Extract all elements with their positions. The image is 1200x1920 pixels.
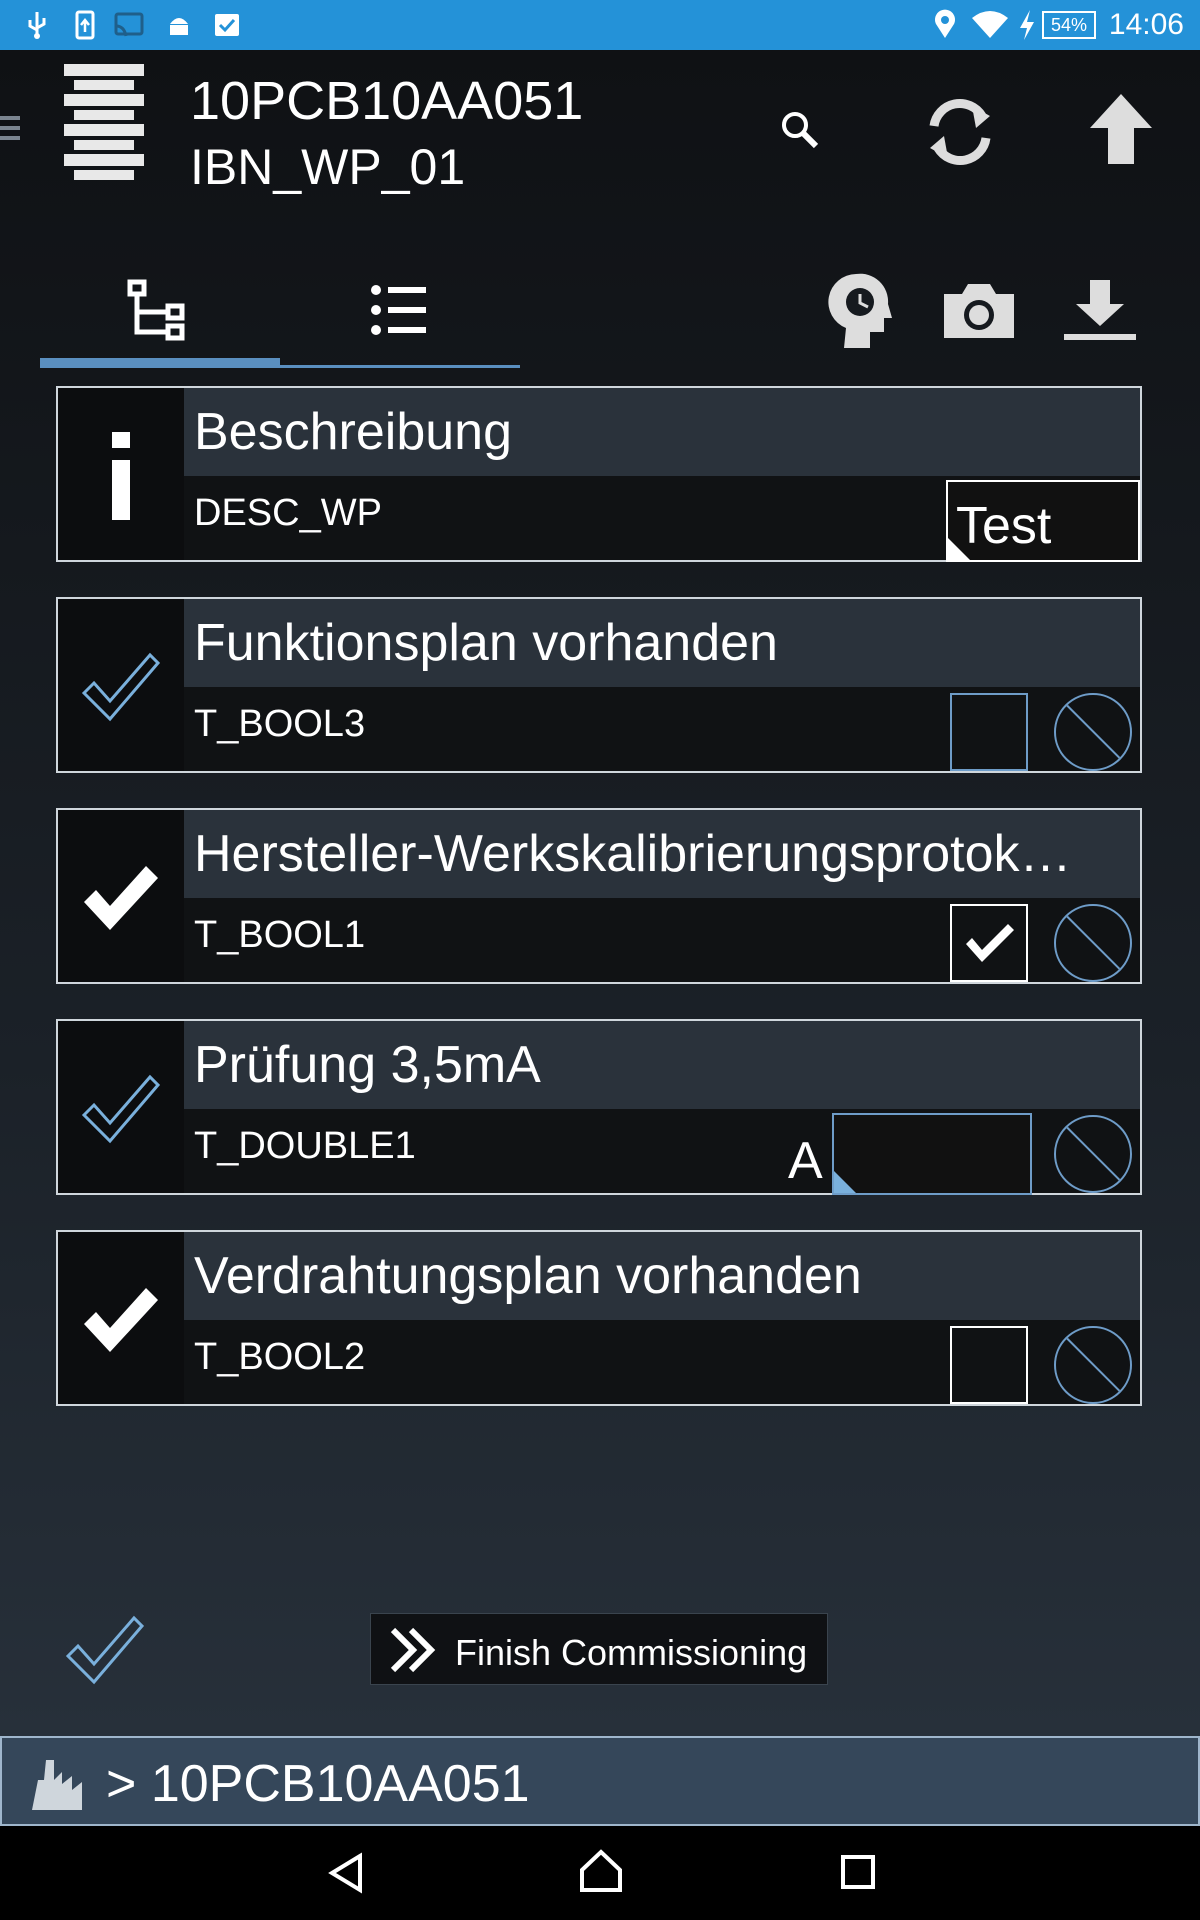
list-view-icon[interactable] xyxy=(370,284,428,336)
item-header: Beschreibung xyxy=(184,388,1140,476)
tab-list-indicator xyxy=(280,365,520,368)
item-code: DESC_WP xyxy=(194,492,382,534)
list-item-description: Beschreibung DESC_WP Test xyxy=(56,386,1142,562)
text-corner-mark xyxy=(834,1171,856,1193)
unit-label: A xyxy=(788,1132,823,1190)
breadcrumb[interactable]: > 10PCB10AA051 xyxy=(0,1736,1200,1826)
head-clock-icon[interactable] xyxy=(826,270,896,354)
cast-icon xyxy=(114,12,144,37)
all-checked-outline-icon[interactable] xyxy=(64,1612,144,1686)
numeric-value-field[interactable] xyxy=(832,1113,1032,1195)
item-header: Prüfung 3,5mA xyxy=(184,1021,1140,1109)
clipboard-check-icon xyxy=(215,14,239,36)
not-applicable-button[interactable] xyxy=(1054,1326,1132,1404)
list-item-verdrahtungsplan: Verdrahtungsplan vorhanden T_BOOL2 xyxy=(56,1230,1142,1406)
checkbox-checked[interactable] xyxy=(950,904,1028,982)
item-title: Hersteller-Werkskalibrierungsprotok… xyxy=(194,825,1072,883)
item-status-cell xyxy=(58,810,184,982)
item-header: Verdrahtungsplan vorhanden xyxy=(184,1232,1140,1320)
item-type-indicator xyxy=(58,388,184,560)
page-title: 10PCB10AA051 xyxy=(190,71,584,131)
breadcrumb-path: > 10PCB10AA051 xyxy=(106,1755,530,1813)
usb-icon xyxy=(28,12,46,39)
check-outline-icon xyxy=(81,652,160,722)
item-code: T_DOUBLE1 xyxy=(194,1125,416,1167)
android-debug-icon xyxy=(170,18,188,35)
item-status-cell xyxy=(58,599,184,771)
item-title: Verdrahtungsplan vorhanden xyxy=(194,1247,862,1305)
tab-tree-indicator xyxy=(40,358,280,368)
info-icon xyxy=(112,432,130,520)
item-code: T_BOOL2 xyxy=(194,1336,366,1378)
list-item-hersteller: Hersteller-Werkskalibrierungsprotok… T_B… xyxy=(56,808,1142,984)
drawer-menu-icon[interactable] xyxy=(0,116,20,146)
item-title: Beschreibung xyxy=(194,403,512,461)
plant-icon xyxy=(32,1760,82,1810)
text-corner-mark xyxy=(948,538,970,560)
sync-icon[interactable] xyxy=(920,92,1000,172)
recents-icon[interactable] xyxy=(840,1854,876,1890)
item-title: Prüfung 3,5mA xyxy=(194,1036,541,1094)
not-applicable-button[interactable] xyxy=(1054,904,1132,982)
status-bar: 54% 14:06 xyxy=(0,0,1200,50)
battery-sync-icon xyxy=(75,10,95,40)
battery-percent: 54% xyxy=(1042,11,1096,39)
checkbox-unchecked[interactable] xyxy=(950,1326,1028,1404)
list-item-funktionsplan: Funktionsplan vorhanden T_BOOL3 xyxy=(56,597,1142,773)
finish-label: Finish Commissioning xyxy=(455,1632,808,1673)
list-item-pruefung: Prüfung 3,5mA T_DOUBLE1 A xyxy=(56,1019,1142,1195)
check-filled-icon xyxy=(84,1288,158,1352)
system-navigation-bar xyxy=(0,1826,1200,1920)
upload-arrow-icon[interactable] xyxy=(1086,90,1156,168)
text-value-field[interactable]: Test xyxy=(946,480,1140,562)
clock: 14:06 xyxy=(1108,8,1184,41)
charging-icon xyxy=(1020,10,1034,40)
item-header: Funktionsplan vorhanden xyxy=(184,599,1140,687)
checkbox-unchecked[interactable] xyxy=(950,693,1028,771)
download-icon[interactable] xyxy=(1060,276,1140,344)
item-header: Hersteller-Werkskalibrierungsprotok… xyxy=(184,810,1140,898)
finish-commissioning-button[interactable]: Finish Commissioning xyxy=(370,1613,828,1685)
camera-icon[interactable] xyxy=(940,280,1018,342)
item-title: Funktionsplan vorhanden xyxy=(194,614,778,672)
home-icon[interactable] xyxy=(578,1848,624,1894)
item-code: T_BOOL1 xyxy=(194,914,366,956)
check-filled-icon xyxy=(84,866,158,930)
location-icon xyxy=(935,9,955,39)
not-applicable-button[interactable] xyxy=(1054,693,1132,771)
not-applicable-button[interactable] xyxy=(1054,1115,1132,1193)
checkmark-icon xyxy=(966,924,1014,962)
check-outline-icon xyxy=(81,1074,160,1144)
item-status-cell xyxy=(58,1021,184,1193)
tree-view-icon[interactable] xyxy=(126,278,190,342)
back-icon[interactable] xyxy=(326,1852,366,1894)
text-value: Test xyxy=(956,497,1052,555)
item-status-cell xyxy=(58,1232,184,1404)
double-chevron-right-icon xyxy=(390,1627,436,1673)
search-icon[interactable] xyxy=(778,108,822,152)
wifi-icon xyxy=(972,11,1008,38)
item-code: T_BOOL3 xyxy=(194,703,366,745)
page-subtitle: IBN_WP_01 xyxy=(190,139,466,195)
asset-logo-icon xyxy=(64,64,144,180)
